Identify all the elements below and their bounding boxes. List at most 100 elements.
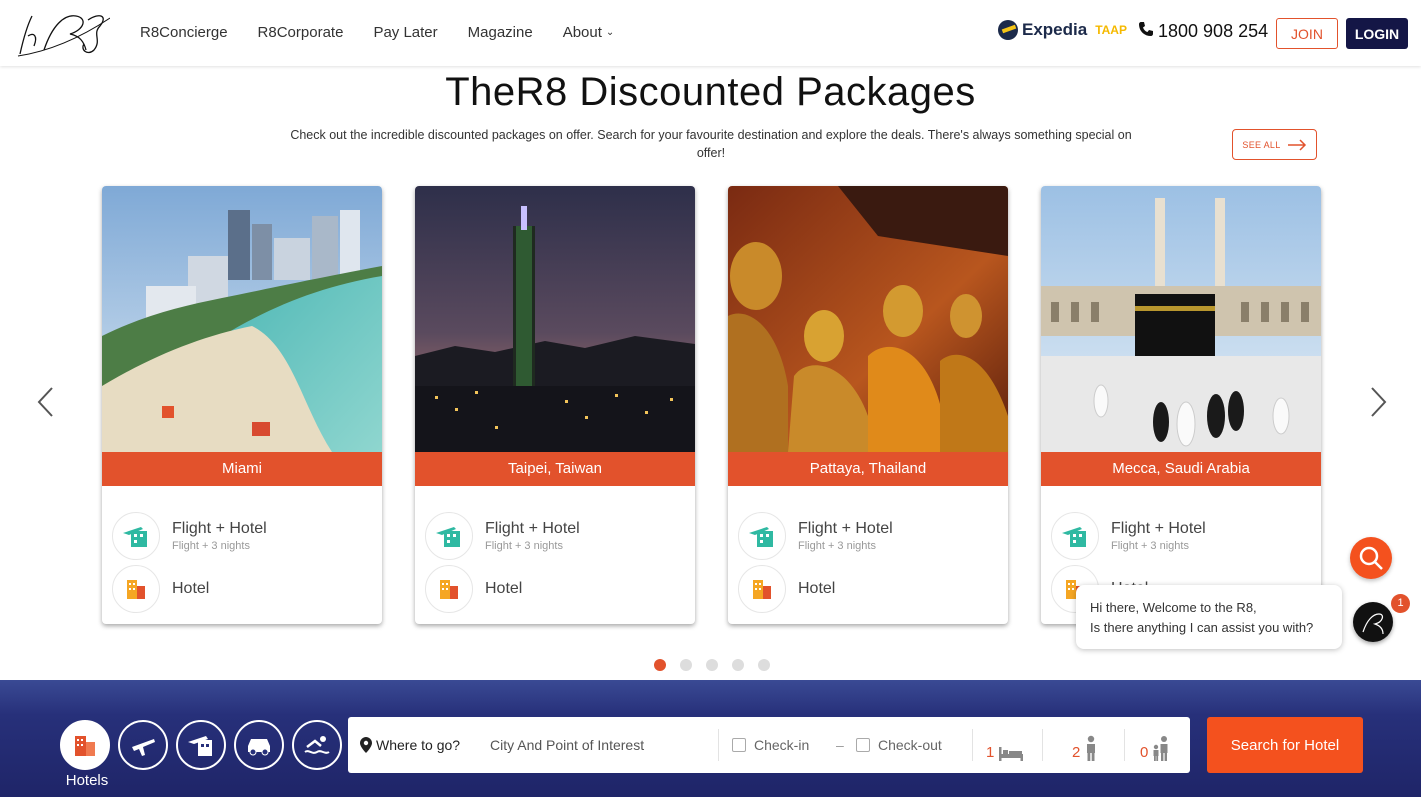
carousel-dot[interactable] bbox=[654, 659, 666, 671]
destination-input[interactable]: City And Point of Interest bbox=[490, 717, 644, 773]
mode-flights-tab[interactable] bbox=[118, 720, 168, 770]
carousel-prev-arrow[interactable] bbox=[34, 385, 58, 419]
floating-search-button[interactable] bbox=[1350, 537, 1392, 579]
mode-activities-tab[interactable] bbox=[292, 720, 342, 770]
phone-number[interactable]: 1800 908 254 bbox=[1138, 21, 1268, 42]
destination-label: Pattaya, Thailand bbox=[728, 452, 1008, 486]
hotel-option[interactable]: Hotel bbox=[112, 565, 209, 613]
adult-icon bbox=[1087, 735, 1096, 761]
package-card[interactable]: Taipei, Taiwan Flight + Hotel Flight + 3… bbox=[415, 186, 695, 624]
checkout-label: Check-out bbox=[878, 737, 942, 753]
flight-hotel-label: Flight + Hotel bbox=[1111, 520, 1206, 537]
chat-bubble[interactable]: Hi there, Welcome to the R8, Is there an… bbox=[1076, 585, 1342, 649]
hotel-option[interactable]: Hotel bbox=[425, 565, 522, 613]
flight-hotel-option[interactable]: Flight + Hotel Flight + 3 nights bbox=[1051, 512, 1206, 560]
bed-icon bbox=[999, 747, 1024, 761]
where-label: Where to go? bbox=[376, 737, 461, 753]
carousel-dot[interactable] bbox=[758, 659, 770, 671]
ther8-logo[interactable] bbox=[14, 6, 111, 60]
nav-r8concierge[interactable]: R8Concierge bbox=[140, 24, 228, 41]
flight-hotel-option[interactable]: Flight + Hotel Flight + 3 nights bbox=[112, 512, 267, 560]
phone-text: 1800 908 254 bbox=[1158, 21, 1269, 41]
see-all-button[interactable]: SEE ALL bbox=[1232, 129, 1317, 160]
flight-hotel-icon bbox=[188, 736, 212, 756]
package-card[interactable]: Pattaya, Thailand Flight + Hotel Flight … bbox=[728, 186, 1008, 624]
nav-label: R8Concierge bbox=[140, 24, 228, 41]
car-icon bbox=[248, 739, 270, 756]
chevron-down-icon: ⌄ bbox=[605, 27, 615, 38]
carousel-dot[interactable] bbox=[732, 659, 744, 671]
checkout-field[interactable]: Check-out bbox=[856, 717, 942, 773]
flight-hotel-option[interactable]: Flight + Hotel Flight + 3 nights bbox=[425, 512, 580, 560]
chat-line-2: Is there anything I can assist you with? bbox=[1090, 620, 1314, 635]
chat-unread-badge: 1 bbox=[1391, 594, 1410, 613]
destination-label: Mecca, Saudi Arabia bbox=[1041, 452, 1321, 486]
flight-hotel-icon bbox=[1051, 512, 1099, 560]
children-selector[interactable]: 0 bbox=[1140, 717, 1172, 773]
section-subtitle: Check out the incredible discounted pack… bbox=[290, 128, 1132, 160]
rooms-selector[interactable]: 1 bbox=[986, 717, 1024, 773]
flight-hotel-icon bbox=[425, 512, 473, 560]
chat-line-1: Hi there, Welcome to the R8, bbox=[1090, 600, 1257, 615]
search-icon bbox=[1359, 546, 1383, 570]
nav-label: Pay Later bbox=[373, 24, 438, 41]
carousel-next-arrow[interactable] bbox=[1366, 385, 1390, 419]
destination-image-miami bbox=[102, 186, 382, 452]
nav-label: About bbox=[562, 24, 602, 41]
phone-icon bbox=[1138, 21, 1154, 42]
rooms-count: 1 bbox=[986, 744, 995, 761]
hotel-icon bbox=[425, 565, 473, 613]
hotel-icon bbox=[75, 736, 95, 756]
carousel-dot[interactable] bbox=[680, 659, 692, 671]
hotel-label: Hotel bbox=[172, 580, 210, 597]
see-all-label: SEE ALL bbox=[1242, 139, 1281, 150]
chat-avatar[interactable] bbox=[1353, 602, 1393, 642]
flight-hotel-label: Flight + Hotel bbox=[172, 520, 267, 537]
hotel-icon bbox=[738, 565, 786, 613]
adults-selector[interactable]: 2 bbox=[1072, 717, 1098, 773]
flight-hotel-label: Flight + Hotel bbox=[485, 520, 580, 537]
nav-about[interactable]: About ⌄ bbox=[563, 24, 615, 41]
login-button[interactable]: LOGIN bbox=[1346, 18, 1408, 49]
nav-r8corporate[interactable]: R8Corporate bbox=[258, 24, 344, 41]
package-card[interactable]: Mecca, Saudi Arabia Flight + Hotel Fligh… bbox=[1041, 186, 1321, 624]
flight-hotel-icon bbox=[738, 512, 786, 560]
destination-image-pattaya bbox=[728, 186, 1008, 452]
calendar-icon bbox=[732, 738, 746, 752]
swimming-icon bbox=[304, 736, 330, 754]
hotel-option[interactable]: Hotel bbox=[738, 565, 835, 613]
checkin-field[interactable]: Check-in bbox=[732, 717, 809, 773]
mode-label: Hotels bbox=[65, 772, 109, 789]
flight-hotel-sub: Flight + 3 nights bbox=[485, 540, 563, 552]
nav-magazine[interactable]: Magazine bbox=[468, 24, 533, 41]
adults-count: 2 bbox=[1072, 744, 1081, 761]
flight-hotel-sub: Flight + 3 nights bbox=[1111, 540, 1189, 552]
mode-car-tab[interactable] bbox=[234, 720, 284, 770]
nav-label: R8Corporate bbox=[257, 24, 344, 41]
section-title: TheR8 Discounted Packages bbox=[445, 70, 976, 114]
separator bbox=[718, 729, 719, 761]
site-header: R8Concierge R8Corporate Pay Later Magazi… bbox=[0, 0, 1421, 66]
nav-pay-later[interactable]: Pay Later bbox=[373, 24, 437, 41]
expedia-brand: Expedia bbox=[1022, 20, 1088, 39]
main-nav: R8Concierge R8Corporate Pay Later Magazi… bbox=[140, 24, 644, 41]
destination-image-mecca bbox=[1041, 186, 1321, 452]
hotel-label: Hotel bbox=[485, 580, 523, 597]
family-icon bbox=[1153, 736, 1168, 761]
nav-label: Magazine bbox=[467, 24, 533, 41]
mode-flight-hotel-tab[interactable] bbox=[176, 720, 226, 770]
hotel-search-form: Where to go? City And Point of Interest … bbox=[348, 717, 1190, 773]
mode-hotels-tab[interactable] bbox=[60, 720, 110, 770]
flight-hotel-option[interactable]: Flight + Hotel Flight + 3 nights bbox=[738, 512, 893, 560]
expedia-taap: TAAP bbox=[1095, 23, 1127, 37]
separator bbox=[972, 729, 973, 761]
checkin-label: Check-in bbox=[754, 737, 810, 753]
package-card[interactable]: Miami Flight + Hotel Flight + 3 nights H… bbox=[102, 186, 382, 624]
date-dash: – bbox=[836, 737, 844, 753]
calendar-icon bbox=[856, 738, 870, 752]
carousel-pagination bbox=[654, 659, 770, 671]
join-button[interactable]: JOIN bbox=[1276, 18, 1338, 49]
search-hotel-button[interactable]: Search for Hotel bbox=[1207, 717, 1363, 773]
where-field-label: Where to go? bbox=[360, 717, 460, 773]
carousel-dot[interactable] bbox=[706, 659, 718, 671]
